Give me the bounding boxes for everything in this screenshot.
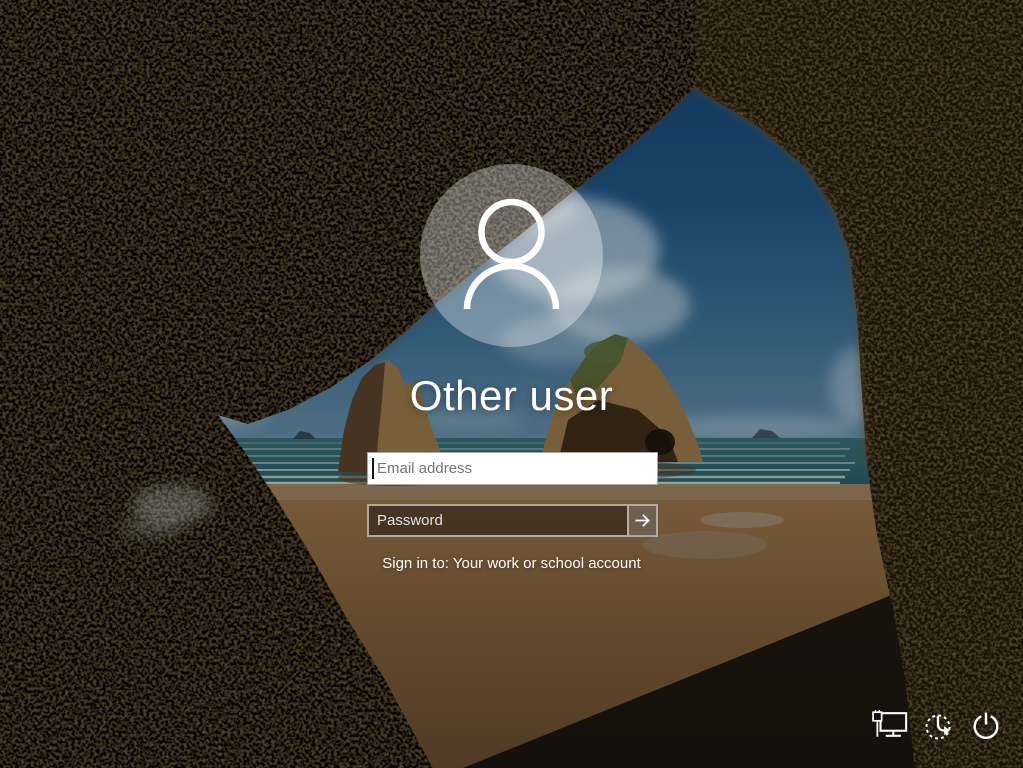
ease-of-access-icon xyxy=(925,714,951,740)
password-input[interactable] xyxy=(369,506,627,535)
signed-in-user-title: Other user xyxy=(409,372,614,419)
user-avatar-large xyxy=(420,164,603,347)
text-caret xyxy=(372,458,374,479)
power-icon xyxy=(973,712,999,740)
windows-sign-in-screen: Other user Sign in to: Your work or scho… xyxy=(0,0,1023,768)
submit-button[interactable] xyxy=(627,506,656,535)
email-input[interactable] xyxy=(367,452,658,485)
sign-in-hint: Sign in to: Your work or school account xyxy=(382,555,641,572)
network-icon xyxy=(872,710,908,737)
power-button[interactable] xyxy=(967,706,1005,746)
system-tray xyxy=(871,706,1005,746)
avatar-circle xyxy=(420,164,603,347)
ease-of-access-button[interactable] xyxy=(919,706,957,746)
password-field-wrap xyxy=(367,504,658,537)
email-field-wrap xyxy=(367,452,658,485)
arrow-right-icon xyxy=(635,514,650,527)
network-button[interactable] xyxy=(871,706,909,746)
